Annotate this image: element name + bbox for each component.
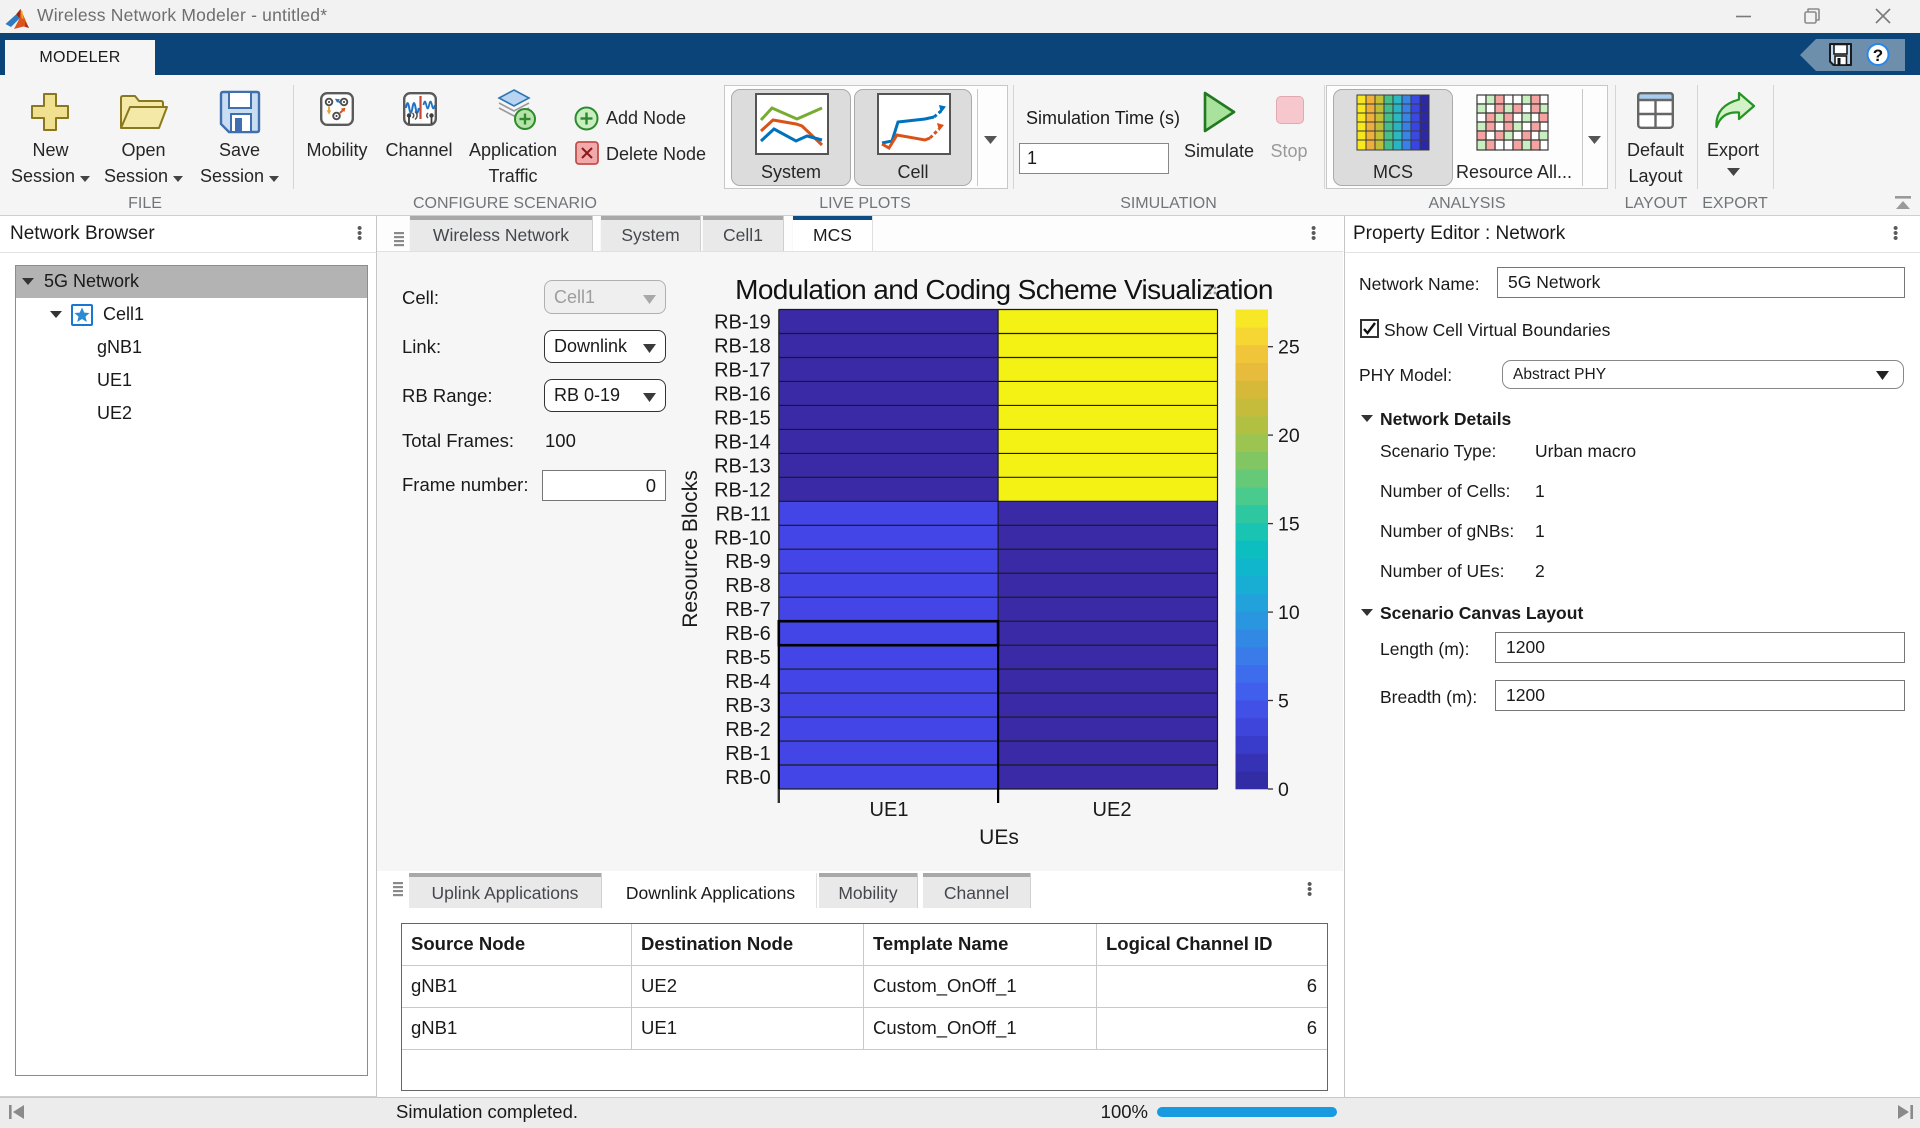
svg-text:UE2: UE2 (1093, 799, 1132, 821)
svg-text:25: 25 (1278, 337, 1300, 359)
svg-text:RB-17: RB-17 (714, 359, 771, 381)
svg-text:UE1: UE1 (870, 799, 909, 821)
svg-text:RB-6: RB-6 (725, 623, 771, 645)
svg-text:RB-7: RB-7 (725, 599, 771, 621)
svg-text:Modulation and Coding Scheme V: Modulation and Coding Scheme Visualizati… (735, 274, 1273, 305)
svg-text:RB-14: RB-14 (714, 431, 771, 453)
svg-text:RB-8: RB-8 (725, 575, 771, 597)
svg-text:RB-12: RB-12 (714, 479, 771, 501)
svg-text:RB-11: RB-11 (716, 503, 771, 525)
svg-text:RB-4: RB-4 (725, 671, 771, 693)
svg-text:RB-13: RB-13 (714, 455, 771, 477)
svg-text:15: 15 (1278, 514, 1300, 536)
svg-text:RB-18: RB-18 (714, 336, 771, 358)
svg-text:5: 5 (1278, 691, 1289, 713)
svg-text:RB-1: RB-1 (725, 743, 771, 765)
svg-text:RB-5: RB-5 (725, 647, 771, 669)
svg-text:RB-10: RB-10 (714, 527, 771, 549)
svg-text:RB-0: RB-0 (725, 767, 771, 789)
svg-text:RB-9: RB-9 (725, 551, 771, 573)
svg-text:20: 20 (1278, 425, 1300, 447)
svg-text:RB-15: RB-15 (714, 407, 771, 429)
svg-text:RB-3: RB-3 (725, 695, 771, 717)
svg-text:Resource Blocks: Resource Blocks (679, 470, 702, 628)
svg-text:RB-16: RB-16 (714, 383, 771, 405)
svg-text:10: 10 (1278, 602, 1300, 624)
svg-text:?: ? (1873, 46, 1883, 65)
svg-text:RB-2: RB-2 (725, 719, 771, 741)
svg-text:UEs: UEs (979, 826, 1019, 849)
svg-text:RB-19: RB-19 (714, 312, 771, 334)
svg-text:0: 0 (1278, 779, 1289, 801)
